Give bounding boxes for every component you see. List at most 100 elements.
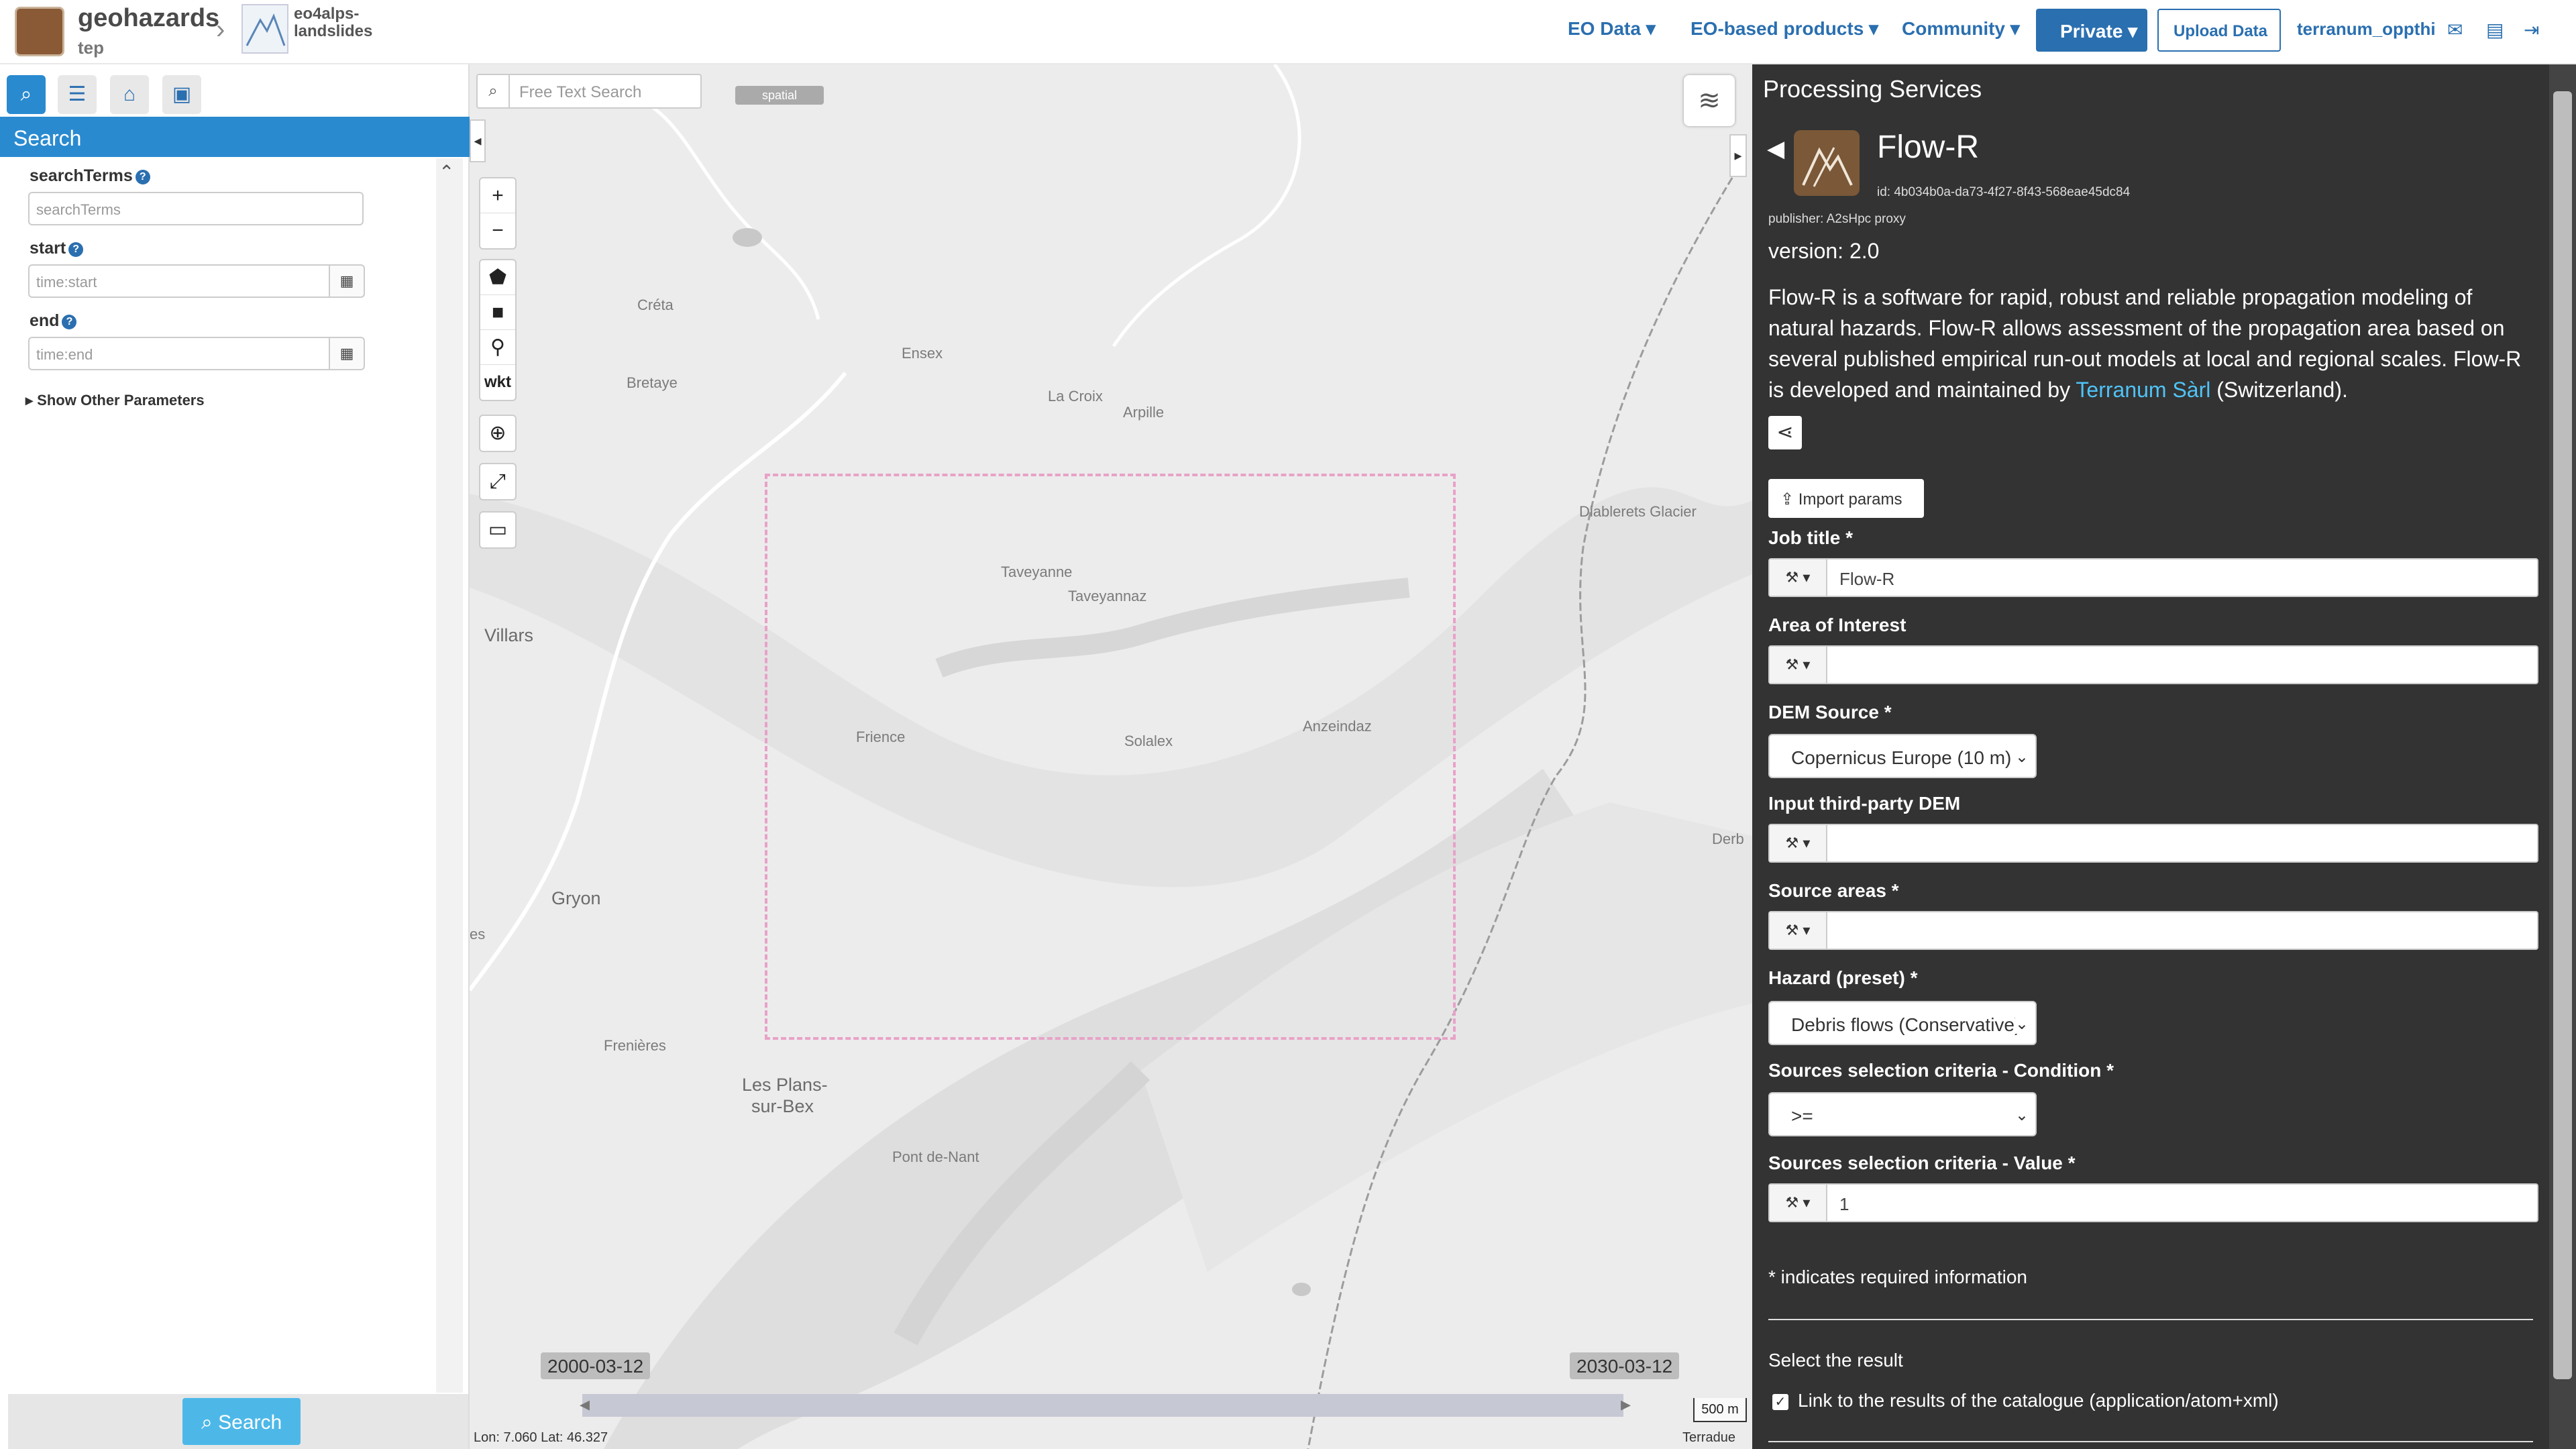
right-scrollbar[interactable]: [2549, 64, 2576, 1449]
tab-basket[interactable]: ⌂: [110, 75, 149, 114]
community-logo[interactable]: [241, 4, 288, 54]
area-of-interest-rectangle[interactable]: [765, 474, 1456, 1040]
upload-icon: ⇪: [1780, 490, 1794, 508]
aoi-input[interactable]: ⚒ ▾: [1768, 645, 2538, 684]
tab-archive[interactable]: ▣: [162, 75, 201, 114]
select-result-label: Select the result: [1768, 1350, 1903, 1371]
spatial-filter-tag[interactable]: spatial: [735, 86, 824, 105]
nav-community-label: Community: [1902, 18, 2005, 39]
magic-wand-icon[interactable]: ⚒ ▾: [1770, 559, 1827, 596]
brand-name[interactable]: geohazards: [78, 4, 219, 33]
calendar-icon[interactable]: ▦: [329, 337, 365, 370]
dem-source-value: Copernicus Europe (10 m): [1791, 747, 2012, 768]
criteria-value-input[interactable]: ⚒ ▾ 1: [1768, 1183, 2538, 1222]
share-icon[interactable]: ⋖: [1768, 416, 1802, 449]
search-button[interactable]: ⌕ Search: [182, 1398, 301, 1445]
collapse-left-panel[interactable]: ◂: [470, 119, 486, 162]
condition-select[interactable]: >= ⌄: [1768, 1092, 2037, 1136]
tab-list[interactable]: ☰: [58, 75, 97, 114]
help-icon[interactable]: ?: [135, 170, 150, 184]
help-icon[interactable]: ?: [68, 242, 84, 257]
ruler-icon[interactable]: ▭: [480, 513, 515, 547]
start-date-input[interactable]: time:start: [28, 264, 330, 298]
map-label: sur-Bex: [751, 1096, 814, 1116]
result-link-label: Link to the results of the catalogue (ap…: [1798, 1390, 2279, 1411]
map-label: Gryon: [551, 888, 601, 908]
help-icon[interactable]: ?: [62, 315, 77, 329]
upload-data-button[interactable]: Upload Data: [2157, 9, 2281, 52]
draw-tools: ⬟ ■ ⚲ wkt: [479, 259, 517, 401]
chevron-down-icon: ⌄: [2015, 747, 2029, 767]
nav-eo-data[interactable]: EO Data ▾: [1568, 17, 1656, 40]
job-title-value: Flow-R: [1839, 569, 1895, 589]
zoom-in-button[interactable]: +: [480, 178, 515, 213]
zoom-controls: + −: [479, 177, 517, 250]
magic-wand-icon[interactable]: ⚒ ▾: [1770, 912, 1827, 949]
caret-right-icon: ▸: [25, 392, 34, 409]
slider-handle-left[interactable]: ◂: [580, 1393, 590, 1416]
end-date-input[interactable]: time:end: [28, 337, 330, 370]
free-text-search[interactable]: ⌕ Free Text Search: [476, 74, 702, 109]
map-label: Villars: [484, 625, 534, 645]
calendar-icon[interactable]: ▦: [329, 264, 365, 298]
criteria-value-label: Sources selection criteria - Value *: [1768, 1152, 2076, 1173]
globe-tool: ⊕: [479, 415, 517, 452]
user-menu[interactable]: terranum_oppthi: [2297, 19, 2436, 40]
mountain-icon: [1802, 147, 1853, 187]
source-areas-input[interactable]: ⚒ ▾: [1768, 911, 2538, 950]
terranum-link[interactable]: Terranum Sàrl: [2076, 378, 2210, 402]
magic-wand-icon[interactable]: ⚒ ▾: [1770, 825, 1827, 861]
service-id: id: 4b034b0a-da73-4f27-8f43-568eae45dc84: [1877, 185, 2131, 199]
caret-left-icon[interactable]: ◀: [1767, 136, 1784, 162]
map-label: Les Plans-: [742, 1075, 828, 1095]
service-description: Flow-R is a software for rapid, robust a…: [1768, 282, 2533, 405]
search-panel-title: Search: [0, 117, 470, 157]
import-params-button[interactable]: ⇪ Import params: [1768, 479, 1924, 518]
map-marker-icon[interactable]: ⚲: [480, 330, 515, 365]
chevron-up-icon[interactable]: ⌃: [439, 161, 454, 183]
tab-search[interactable]: ⌕: [7, 75, 46, 114]
map-label: Diablerets Glacier: [1579, 503, 1697, 520]
polygon-icon[interactable]: ⬟: [480, 260, 515, 295]
rectangle-icon[interactable]: ■: [480, 295, 515, 330]
start-label-text: start: [30, 239, 66, 258]
aoi-label: Area of Interest: [1768, 614, 1907, 635]
slider-handle-right[interactable]: ▸: [1621, 1393, 1631, 1416]
end-label-row: end?: [30, 311, 77, 331]
sign-out-icon[interactable]: ⇥: [2524, 19, 2539, 41]
layers-icon[interactable]: ≋: [1684, 75, 1735, 126]
geohazards-logo[interactable]: [15, 7, 64, 56]
dem-source-select[interactable]: Copernicus Europe (10 m) ⌄: [1768, 734, 2037, 778]
hazard-value: Debris flows (Conservative): [1791, 1014, 2021, 1035]
magic-wand-icon[interactable]: ⚒ ▾: [1770, 647, 1827, 683]
brand-sub: tep: [78, 38, 104, 58]
map-label: Bretaye: [627, 374, 678, 391]
service-publisher: publisher: A2sHpc proxy: [1768, 212, 1906, 226]
map-view[interactable]: ⌕ Free Text Search spatial ◂ ▸ + − ⬟ ■ ⚲…: [470, 64, 1752, 1449]
mail-icon[interactable]: ✉: [2447, 19, 2463, 41]
nav-private-button[interactable]: Private ▾: [2036, 9, 2147, 52]
globe-icon[interactable]: ⊕: [480, 416, 515, 451]
zoom-out-button[interactable]: −: [480, 213, 515, 248]
wkt-button[interactable]: wkt: [480, 365, 515, 400]
left-scrollbar[interactable]: [436, 158, 463, 1393]
panel-title: Processing Services: [1763, 75, 1982, 103]
collapse-right-panel[interactable]: ▸: [1729, 134, 1747, 177]
expand-icon[interactable]: ⤢: [480, 464, 515, 499]
book-icon[interactable]: ▤: [2486, 19, 2504, 41]
show-other-label: Show Other Parameters: [37, 392, 205, 409]
hazard-select[interactable]: Debris flows (Conservative) ⌄: [1768, 1001, 2037, 1045]
job-title-input[interactable]: ⚒ ▾ Flow-R: [1768, 558, 2538, 597]
searchterms-input[interactable]: searchTerms: [28, 192, 364, 225]
scroll-thumb[interactable]: [2553, 91, 2572, 1379]
basket-icon: ⌂: [123, 83, 136, 105]
nav-community[interactable]: Community ▾: [1902, 17, 2020, 40]
magic-wand-icon[interactable]: ⚒ ▾: [1770, 1185, 1827, 1221]
show-other-parameters[interactable]: ▸ Show Other Parameters: [25, 392, 205, 409]
community-name[interactable]: eo4alps-landslides: [294, 5, 401, 40]
list-icon: ☰: [68, 83, 87, 105]
time-range-slider[interactable]: [582, 1394, 1623, 1417]
third-party-dem-input[interactable]: ⚒ ▾: [1768, 824, 2538, 863]
nav-eo-products[interactable]: EO-based products ▾: [1690, 17, 1878, 40]
result-link-checkbox[interactable]: ✓: [1772, 1394, 1788, 1410]
